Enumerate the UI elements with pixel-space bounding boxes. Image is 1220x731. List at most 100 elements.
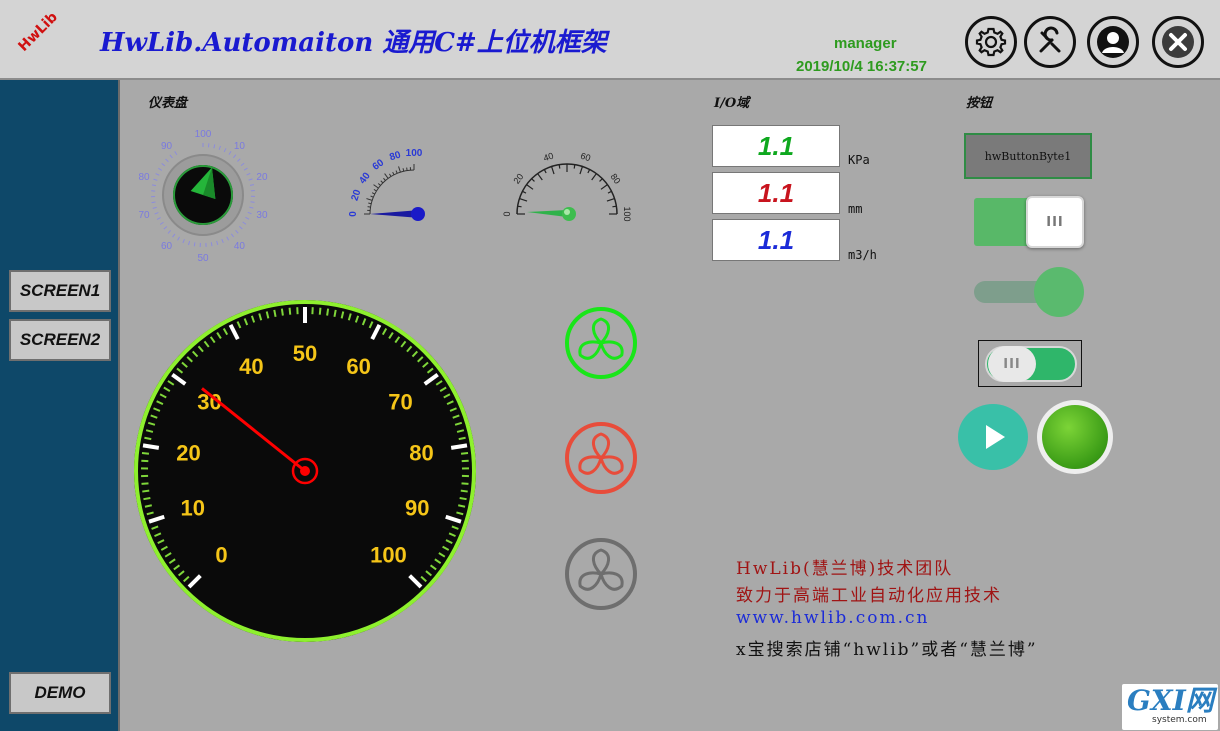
quarter-tick xyxy=(373,189,377,192)
gauges-section-label: 仪表盘 xyxy=(148,96,188,111)
gear-icon xyxy=(975,27,1007,57)
half-tick-label: 20 xyxy=(511,172,525,186)
wrench-icon xyxy=(1039,26,1061,53)
sidebar-item-screen1[interactable]: SCREEN1 xyxy=(9,270,111,312)
knob-tick xyxy=(158,167,163,171)
quarter-tick xyxy=(380,180,384,184)
io-field-flow[interactable]: 1.1 xyxy=(712,219,840,261)
half-tick-label: 100 xyxy=(622,206,632,221)
knob-tick xyxy=(169,154,173,159)
speedometer-major-tick xyxy=(142,443,160,450)
knob-tick xyxy=(182,239,185,244)
buttons-section-label: 按钮 xyxy=(966,96,993,111)
byte-button[interactable]: hwButtonByte1 xyxy=(964,133,1092,179)
watermark-logo: GXI网 xyxy=(1127,684,1214,717)
quarter-tick-label: 80 xyxy=(388,149,402,163)
knob-tick xyxy=(193,242,196,247)
speedometer-tick-label: 90 xyxy=(405,495,429,520)
sidebar-item-demo[interactable]: DEMO xyxy=(9,672,111,714)
half-tick xyxy=(558,164,561,169)
watermark: GXI网 system.com xyxy=(1122,684,1218,730)
knob-tick xyxy=(151,201,156,204)
fan-icon[interactable] xyxy=(563,536,639,612)
current-user: manager xyxy=(834,35,897,52)
half-tick xyxy=(606,197,615,202)
io-unit-flow: m3/h xyxy=(848,248,877,262)
quarter-tick-label: 20 xyxy=(350,188,364,202)
user-icon xyxy=(1097,26,1129,58)
io-field-pressure[interactable]: 1.1 xyxy=(712,125,840,167)
half-tick xyxy=(526,184,534,190)
knob-tick xyxy=(247,211,252,215)
quarter-tick xyxy=(371,192,376,195)
half-tick-label: 80 xyxy=(609,172,623,186)
fan-blade xyxy=(599,455,624,475)
knob-gauge: 100 10 20 30 40 50 60 70 80 90 xyxy=(138,129,268,264)
status-lamp[interactable] xyxy=(1037,400,1113,474)
knob-tick-label: 80 xyxy=(138,172,150,183)
quarter-tick xyxy=(383,177,386,181)
settings-button[interactable] xyxy=(965,16,1017,68)
user-button[interactable] xyxy=(1087,16,1139,68)
lamp-light xyxy=(1042,405,1108,469)
knob-tick xyxy=(174,151,178,156)
slide-knob[interactable] xyxy=(1034,267,1084,317)
knob-tick xyxy=(226,236,230,241)
toggle-switch-1[interactable]: III xyxy=(974,196,1084,248)
io-value: 1.1 xyxy=(757,224,795,255)
quarter-tick xyxy=(377,183,381,186)
quarter-tick xyxy=(395,170,398,174)
quarter-tick xyxy=(392,171,395,176)
speedometer-minor-tick xyxy=(458,436,466,441)
quarter-tick-label: 60 xyxy=(371,157,387,173)
quarter-tick xyxy=(402,168,405,172)
quarter-tick xyxy=(370,195,374,198)
fan-blade xyxy=(599,340,624,360)
knob-tick xyxy=(242,221,247,225)
title-bar: HwLib HwLib.Automaiton 通用C#上位机框架 manager… xyxy=(0,0,1220,80)
knob-tick xyxy=(246,172,251,176)
io-value: 1.1 xyxy=(757,177,795,208)
tools-button[interactable] xyxy=(1024,16,1076,68)
knob-tick-label: 40 xyxy=(234,241,246,252)
knob-tick xyxy=(218,145,221,150)
info-website[interactable]: www.hwlib.com.cn xyxy=(736,608,929,628)
toggle-switch-2[interactable]: III xyxy=(978,340,1082,387)
speedometer-tick-label: 40 xyxy=(239,354,263,379)
knob-tick xyxy=(156,217,161,220)
fan-blade xyxy=(599,571,624,591)
knob-tick xyxy=(230,233,235,238)
speedometer-minor-tick xyxy=(288,307,292,315)
sidebar-item-screen2[interactable]: SCREEN2 xyxy=(9,319,111,361)
toggle-knob[interactable]: III xyxy=(1026,196,1084,248)
half-tick-label: 40 xyxy=(542,151,555,164)
fan-icon[interactable] xyxy=(563,420,639,496)
io-field-level[interactable]: 1.1 xyxy=(712,172,840,214)
fan-blade xyxy=(592,317,610,345)
info-slogan: 致力于高端工业自动化应用技术 xyxy=(736,586,1002,606)
speedometer-minor-tick xyxy=(141,482,149,485)
speedometer-tick-label: 70 xyxy=(388,390,412,415)
speedometer-tick-label: 50 xyxy=(293,341,317,366)
speedometer-minor-tick xyxy=(461,482,469,485)
io-section-label: I/O域 xyxy=(714,96,750,111)
knob-tick xyxy=(155,173,160,176)
sidebar: SCREEN1 SCREEN2 DEMO xyxy=(0,80,120,731)
toggle-knob[interactable]: III xyxy=(988,346,1036,382)
quarter-tick xyxy=(398,166,401,173)
knob-tick xyxy=(167,230,172,234)
close-button[interactable] xyxy=(1152,16,1204,68)
fan-icon[interactable] xyxy=(563,305,639,381)
quarter-tick xyxy=(384,173,389,179)
quarter-tick xyxy=(389,173,392,177)
fan-blade xyxy=(592,548,610,576)
knob-tick-label: 10 xyxy=(234,141,246,152)
knob-tick xyxy=(221,238,224,244)
slide-switch[interactable] xyxy=(974,266,1086,318)
knob-tick xyxy=(243,167,248,171)
play-button[interactable] xyxy=(958,404,1028,470)
knob-tick-label: 30 xyxy=(256,210,268,221)
knob-tick-label: 50 xyxy=(197,253,209,264)
io-unit-level: mm xyxy=(848,202,863,216)
speedometer-minor-tick xyxy=(460,489,468,493)
